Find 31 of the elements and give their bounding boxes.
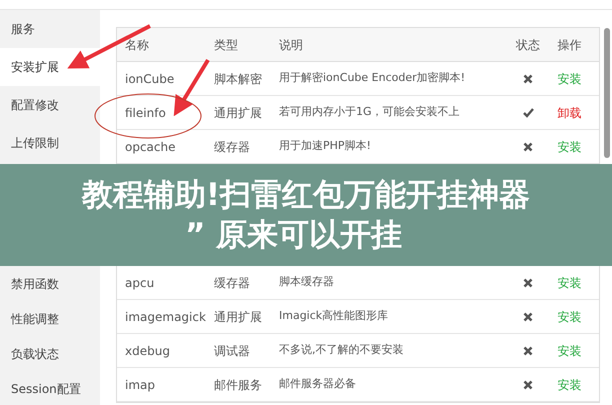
table-cell-text: 用于解密ionCube Encoder加密脚本! bbox=[278, 70, 466, 86]
table-cell-text: 脚本缓存器 bbox=[278, 274, 335, 290]
table-cell-text: imap bbox=[124, 376, 156, 394]
sidebar-item[interactable]: 安装扩展 bbox=[0, 48, 100, 86]
banner-title: 教程辅助!扫雷红包万能开挂神器 bbox=[82, 176, 530, 215]
table-cell-text: xdebug bbox=[124, 342, 171, 360]
table-cell-text: opcache bbox=[124, 138, 176, 156]
table-cell-text: 通用扩展 bbox=[213, 308, 263, 326]
table-cell-text: 邮件服务 bbox=[213, 376, 263, 394]
table-cell-text: apcu bbox=[124, 274, 156, 292]
table-cell-text: 通用扩展 bbox=[213, 104, 263, 122]
table-cell-text: 邮件服务器必备 bbox=[278, 376, 357, 392]
column-header: 状态 bbox=[515, 36, 541, 54]
table-cell-text: fileinfo bbox=[124, 104, 167, 122]
table-cell-text: 若可用内存小于1G，可能会安装不上 bbox=[278, 104, 461, 120]
column-header: 名称 bbox=[124, 36, 150, 54]
table-cell-text: 用于加速PHP脚本! bbox=[278, 138, 372, 154]
table-cell-text: 缓存器 bbox=[213, 138, 251, 156]
table-cell-text: 调试器 bbox=[213, 342, 251, 360]
column-header: 说明 bbox=[278, 36, 304, 54]
table-cell-text: 不多说,不了解的不要安装 bbox=[278, 342, 404, 358]
table-cell-text: imagemagick bbox=[124, 308, 207, 326]
table-cell-text: 脚本解密 bbox=[213, 70, 263, 88]
table-cell-text: 缓存器 bbox=[213, 274, 251, 292]
column-header: 类型 bbox=[213, 36, 239, 54]
action-link[interactable]: 卸载 bbox=[558, 104, 582, 122]
column-header: 操作 bbox=[556, 36, 582, 54]
table-cell-text: ionCube bbox=[124, 70, 176, 88]
table-cell-text: Imagick高性能图形库 bbox=[278, 308, 390, 324]
banner-title: ” 原来可以开挂 bbox=[185, 216, 402, 255]
arrow-annotation bbox=[174, 58, 210, 116]
